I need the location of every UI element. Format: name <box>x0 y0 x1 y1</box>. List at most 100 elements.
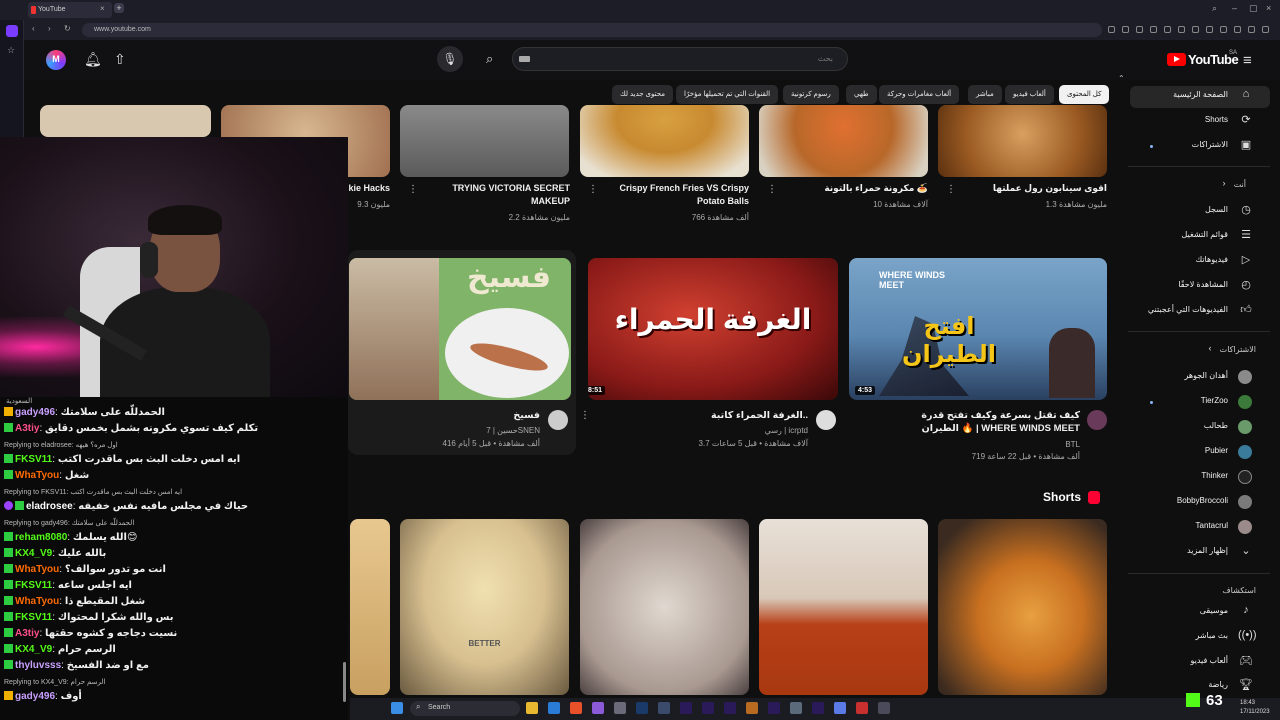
sidebar-item-sports[interactable]: رياضة 🏆︎ <box>1130 676 1270 698</box>
vscode-icon[interactable] <box>548 702 560 714</box>
sidebar-item-subscriptions[interactable]: الاشتراكات ▣ <box>1130 136 1270 158</box>
app-icon[interactable] <box>614 702 626 714</box>
chat-username[interactable]: KX4_V9 <box>15 644 52 655</box>
url-field[interactable]: www.youtube.com <box>82 23 1102 37</box>
notifications-bell-icon[interactable]: 🔔︎ <box>84 51 102 68</box>
video-thumbnail[interactable] <box>400 105 569 177</box>
more-options-icon[interactable]: ⋮ <box>946 184 956 195</box>
photoshop-icon[interactable] <box>636 702 648 714</box>
channel-name[interactable]: رسي | icrptd <box>600 426 808 435</box>
extension-icon[interactable] <box>1122 26 1129 33</box>
sidebar-item-subscription[interactable]: Thinker <box>1130 467 1270 489</box>
video-title[interactable]: مكرونة حمراء بالتونة 🍝 <box>780 182 928 195</box>
browser-menu-icon[interactable] <box>1262 26 1269 33</box>
chip-all[interactable]: كل المحتوى <box>1059 85 1110 104</box>
chip-gaming[interactable]: ألعاب فيديو <box>1005 85 1054 104</box>
extension-icon[interactable] <box>1192 26 1199 33</box>
reload-icon[interactable]: ↻ <box>64 24 71 33</box>
more-options-icon[interactable]: ⋮ <box>408 184 418 195</box>
extension-icon[interactable] <box>1136 26 1143 33</box>
search-icon[interactable]: ⌕ <box>486 51 493 67</box>
extension-icon[interactable] <box>1248 26 1255 33</box>
chat-username[interactable]: eladrosee <box>26 501 73 512</box>
back-icon[interactable]: ‹ <box>32 24 35 33</box>
video-thumbnail[interactable]: WHERE WINDS MEET افتح الطيران 4:53 <box>849 258 1107 400</box>
forward-icon[interactable]: › <box>48 24 51 33</box>
audition-icon[interactable] <box>768 702 780 714</box>
chip-cartoons[interactable]: رسوم كرتونية <box>783 85 839 104</box>
chat-username[interactable]: A3tiy <box>15 423 39 434</box>
video-title[interactable]: كيف تقتل بسرعة وكيف تفتح قدرة الطيران 🔥 … <box>884 409 1080 435</box>
app-icon[interactable] <box>790 702 802 714</box>
sidebar-show-more[interactable]: إظهار المزيد ⌄ <box>1130 542 1270 564</box>
video-title[interactable]: الغرفة الحمراء كاتبة.. <box>600 409 808 422</box>
more-options-icon[interactable]: ⋮ <box>588 184 598 195</box>
chip-action-adventure[interactable]: ألعاب مغامرات وحركة <box>879 85 960 104</box>
brave-browser-icon[interactable] <box>570 702 582 714</box>
video-thumbnail[interactable] <box>938 105 1107 177</box>
maximize-icon[interactable]: ▢ <box>1249 3 1258 14</box>
more-options-icon[interactable]: ⋮ <box>580 410 590 421</box>
premiere-icon[interactable] <box>812 702 824 714</box>
video-title[interactable]: اقوى سينابون رول عملتها <box>960 182 1107 195</box>
search-input[interactable]: بحث <box>512 47 848 71</box>
close-window-icon[interactable]: × <box>1266 3 1271 13</box>
chip-recently-uploaded[interactable]: القنوات التي تم تحميلها مؤخرًا <box>676 85 779 104</box>
sidebar-item-live[interactable]: بث مباشر ((•)) <box>1130 627 1270 649</box>
extension-icon[interactable] <box>1164 26 1171 33</box>
video-thumbnail[interactable] <box>40 105 211 137</box>
channel-name[interactable]: حسين | 7SNEN <box>400 426 540 435</box>
extension-icon[interactable] <box>1220 26 1227 33</box>
chat-username[interactable]: thyluvsss <box>15 660 61 671</box>
visual-studio-icon[interactable] <box>592 702 604 714</box>
sidebar-item-subscription[interactable]: BobbyBroccoli <box>1130 492 1270 514</box>
extension-icon[interactable] <box>1178 26 1185 33</box>
keyboard-icon[interactable] <box>519 56 530 62</box>
menu-hamburger-icon[interactable]: ≡ <box>1243 52 1252 69</box>
video-thumbnail[interactable]: الغرفة الحمراء 8:51 <box>588 258 838 400</box>
after-effects-icon[interactable] <box>702 702 714 714</box>
video-thumbnail[interactable] <box>759 105 928 177</box>
video-title[interactable]: فسيخ <box>400 409 540 422</box>
opera-icon[interactable] <box>856 702 868 714</box>
chat-username[interactable]: WhaTyou <box>15 596 59 607</box>
file-explorer-icon[interactable] <box>526 702 538 714</box>
sidebar-item-liked-videos[interactable]: الفيديوهات التي أعجبتني 👍︎ <box>1130 301 1270 323</box>
sidebar-item-history[interactable]: السجل ◷ <box>1130 201 1270 223</box>
audition-icon[interactable] <box>680 702 692 714</box>
sidebar-item-subscription[interactable]: طحالب <box>1130 417 1270 439</box>
sidebar-item-gaming[interactable]: ألعاب فيديو 🎮︎ <box>1130 652 1270 674</box>
sidebar-item-music[interactable]: موسيقى ♪ <box>1130 602 1270 624</box>
sidebar-item-subscription[interactable]: أهدان الجوهر <box>1130 367 1270 389</box>
app-icon[interactable] <box>658 702 670 714</box>
video-thumbnail[interactable] <box>580 105 749 177</box>
chat-username[interactable]: FKSV11 <box>15 580 52 591</box>
app-icon[interactable] <box>878 702 890 714</box>
sidebar-item-home[interactable]: الصفحة الرئيسية ⌂ <box>1130 86 1270 108</box>
chat-scrollbar[interactable] <box>343 662 346 702</box>
extension-icon[interactable] <box>1206 26 1213 33</box>
new-tab-button[interactable]: + <box>114 3 124 13</box>
sidebar-item-your-videos[interactable]: فيديوهاتك ▷ <box>1130 251 1270 273</box>
chip-new-to-you[interactable]: محتوى جديد لك <box>612 85 674 104</box>
chip-live[interactable]: مباشر <box>968 85 1002 104</box>
search-tabs-icon[interactable]: ⌕ <box>1212 3 1217 14</box>
star-icon[interactable]: ☆ <box>7 45 15 56</box>
more-options-icon[interactable]: ⋮ <box>767 184 777 195</box>
chat-username[interactable]: WhaTyou <box>15 470 59 481</box>
sidebar-item-subscription[interactable]: Tantacrul <box>1130 517 1270 539</box>
voice-search-mic-icon[interactable]: 🎙︎ <box>437 46 463 72</box>
home-icon[interactable] <box>6 25 18 37</box>
sidebar-item-playlists[interactable]: قوائم التشغيل ☰ <box>1130 226 1270 248</box>
video-title[interactable]: TRYING VICTORIA SECRET MAKEUP <box>421 182 570 208</box>
chat-username[interactable]: WhaTyou <box>15 564 59 575</box>
chat-username[interactable]: gady496 <box>15 407 55 418</box>
chip-cooking[interactable]: طهي <box>846 85 877 104</box>
create-upload-icon[interactable]: ⇧ <box>114 51 126 68</box>
short-thumbnail[interactable] <box>350 519 390 695</box>
after-effects-icon[interactable] <box>724 702 736 714</box>
youtube-logo-icon[interactable] <box>1167 53 1186 66</box>
chat-username[interactable]: gady496 <box>15 691 55 702</box>
chat-username[interactable]: KX4_V9 <box>15 548 52 559</box>
channel-name[interactable]: BTL <box>884 440 1080 449</box>
